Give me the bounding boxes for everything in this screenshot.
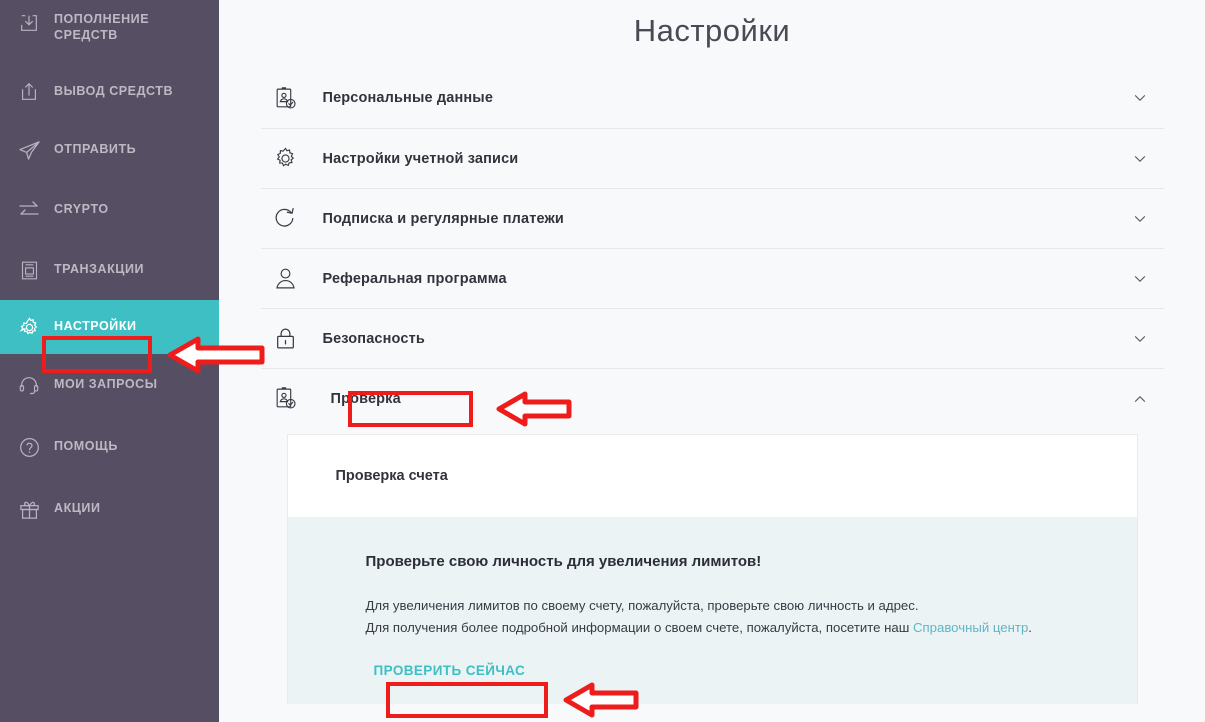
verification-paragraph-suffix: . — [1028, 620, 1032, 635]
help-center-link[interactable]: Справочный центр — [913, 620, 1028, 635]
accordion-item-label: Подписка и регулярные платежи — [322, 210, 564, 227]
verification-paragraph-prefix: Для получения более подробной информации… — [365, 620, 913, 635]
sidebar-item-label: ПОПОЛНЕНИЕ СРЕДСТВ — [54, 12, 150, 42]
chevron-down-icon[interactable] — [1118, 150, 1162, 168]
sidebar-item-crypto[interactable]: CRYPTO — [0, 180, 219, 240]
app-root: ПОПОЛНЕНИЕ СРЕДСТВ ВЫВОД СРЕДСТВ ОТПРАВИ… — [0, 0, 1205, 722]
verification-panel-header: Проверка счета — [287, 435, 1137, 517]
sidebar-item-label: НАСТРОЙКИ — [54, 319, 137, 334]
sidebar-item-settings[interactable]: НАСТРОЙКИ — [0, 300, 219, 354]
settings-accordion: Персональные данные Настройки учетной за… — [260, 68, 1164, 428]
sidebar-item-promotions[interactable]: АКЦИИ — [0, 478, 219, 540]
id-badge-check-icon — [263, 386, 309, 411]
accordion-item-label: Настройки учетной записи — [322, 150, 519, 167]
id-badge-check-icon — [263, 86, 309, 111]
accordion-item-verification[interactable]: Проверка — [260, 368, 1164, 428]
accordion-item-label: Персональные данные — [322, 90, 494, 106]
accordion-item-security[interactable]: Безопасность — [260, 308, 1164, 368]
verification-paragraph-line1: Для увеличения лимитов по своему счету, … — [365, 598, 919, 613]
accordion-item-label: Безопасность — [322, 330, 425, 347]
chevron-down-icon[interactable] — [1118, 89, 1162, 107]
sidebar-item-transactions[interactable]: ТРАНЗАКЦИИ — [0, 240, 219, 300]
sidebar-item-help[interactable]: ПОМОЩЬ — [0, 416, 219, 478]
verification-paragraph-line2: Для получения более подробной информации… — [366, 617, 1089, 639]
chevron-down-icon[interactable] — [1118, 330, 1162, 348]
sidebar-item-withdraw[interactable]: ВЫВОД СРЕДСТВ — [0, 64, 219, 120]
sidebar-item-label: АКЦИИ — [54, 501, 101, 516]
user-icon — [263, 266, 309, 291]
accordion-item-referral[interactable]: Реферальная программа — [260, 248, 1164, 308]
verification-panel-title: Проверка счета — [335, 468, 448, 484]
verify-now-button[interactable]: ПРОВЕРИТЬ СЕЙЧАС — [370, 657, 530, 684]
exchange-arrows-icon — [12, 198, 46, 222]
page-title: Настройки — [633, 13, 791, 48]
headset-icon — [12, 374, 46, 396]
sidebar-item-label: ПОМОЩЬ — [54, 439, 118, 454]
accordion-item-label: Проверка — [330, 390, 401, 407]
sidebar-item-label: ТРАНЗАКЦИИ — [54, 262, 145, 277]
paper-plane-icon — [12, 139, 46, 162]
document-list-icon — [12, 260, 46, 281]
chevron-down-icon[interactable] — [1118, 270, 1162, 288]
verification-panel: Проверка счета Проверьте свою личность д… — [286, 434, 1138, 704]
accordion-item-subscription[interactable]: Подписка и регулярные платежи — [260, 188, 1164, 248]
sidebar-item-send[interactable]: ОТПРАВИТЬ — [0, 120, 219, 180]
sidebar-item-label: CRYPTO — [54, 202, 109, 217]
upload-box-icon — [12, 81, 46, 103]
main-content: Настройки Персональные данные Настройки … — [219, 0, 1205, 722]
gear-icon — [12, 316, 46, 339]
lock-icon — [263, 326, 309, 351]
sidebar-item-label: ВЫВОД СРЕДСТВ — [54, 84, 174, 99]
question-circle-icon — [12, 436, 46, 459]
verification-panel-body: Проверьте свою личность для увеличения л… — [287, 517, 1137, 704]
sidebar-item-my-requests[interactable]: МОИ ЗАПРОСЫ — [0, 354, 219, 416]
chevron-up-icon[interactable] — [1118, 390, 1162, 408]
sidebar-item-deposit[interactable]: ПОПОЛНЕНИЕ СРЕДСТВ — [0, 0, 219, 64]
sidebar-item-label: ОТПРАВИТЬ — [54, 142, 137, 157]
gear-icon — [263, 146, 309, 171]
gift-icon — [12, 498, 46, 521]
sidebar-item-label: МОИ ЗАПРОСЫ — [54, 377, 158, 392]
refresh-icon — [263, 206, 309, 231]
accordion-item-label: Реферальная программа — [322, 270, 507, 287]
accordion-item-personal-data[interactable]: Персональные данные — [261, 68, 1164, 128]
download-box-icon — [12, 12, 46, 34]
sidebar: ПОПОЛНЕНИЕ СРЕДСТВ ВЫВОД СРЕДСТВ ОТПРАВИ… — [0, 0, 219, 722]
verification-heading: Проверьте свою личность для увеличения л… — [365, 553, 762, 570]
chevron-down-icon[interactable] — [1118, 210, 1162, 228]
accordion-item-account-settings[interactable]: Настройки учетной записи — [260, 128, 1164, 188]
